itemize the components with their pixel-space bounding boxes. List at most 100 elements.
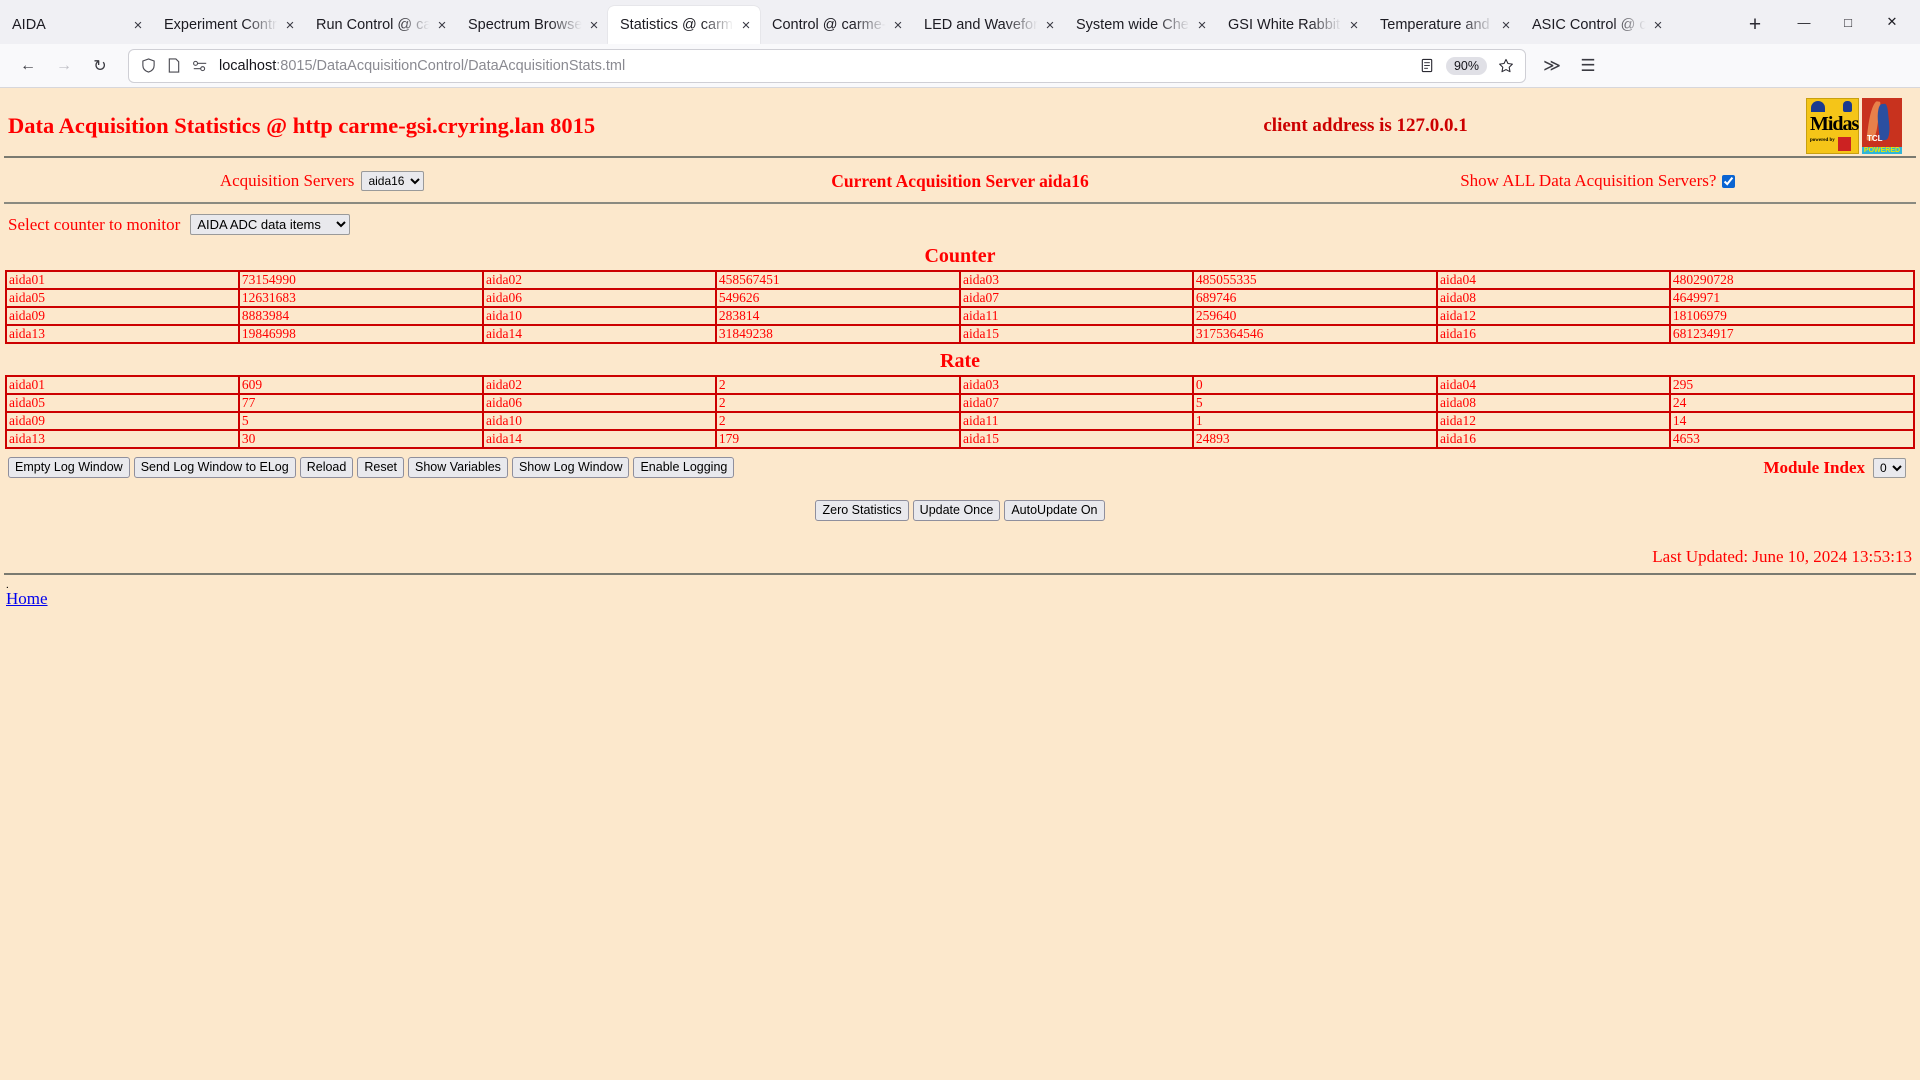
browser-tab[interactable]: GSI White Rabbit Time @ carme× [1216, 6, 1368, 44]
page-title: Data Acquisition Statistics @ http carme… [8, 113, 596, 138]
tab-close-icon[interactable]: × [128, 15, 148, 35]
url-host: localhost [219, 57, 277, 74]
server-name-cell: aida01 [5, 270, 240, 290]
tab-title: AIDA [12, 17, 46, 33]
logo-group: Midas powered by TCL POWERED [1806, 98, 1912, 154]
server-name-cell: aida04 [1435, 375, 1671, 395]
server-name-cell: aida06 [481, 288, 717, 308]
server-value-cell: 30 [237, 429, 484, 449]
tab-title: ASIC Control @ carme-gsi [1532, 17, 1648, 33]
button-enable-logging[interactable]: Enable Logging [633, 457, 735, 478]
button-zero-statistics[interactable]: Zero Statistics [815, 500, 909, 521]
tab-strip: AIDA×Experiment Control @ carme-gsi×Run … [0, 0, 1920, 44]
browser-tab[interactable]: LED and Waveform @ carme× [912, 6, 1064, 44]
server-value-cell: 689746 [1191, 288, 1438, 308]
button-show-variables[interactable]: Show Variables [408, 457, 508, 478]
server-value-cell: 485055335 [1191, 270, 1438, 290]
browser-tab[interactable]: Experiment Control @ carme-gsi× [152, 6, 304, 44]
browser-tab[interactable]: ASIC Control @ carme-gsi× [1520, 6, 1672, 44]
url-path: :8015/DataAcquisitionControl/DataAcquisi… [276, 57, 626, 74]
shield-icon[interactable] [135, 53, 161, 79]
button-autoupdate-on[interactable]: AutoUpdate On [1004, 500, 1105, 521]
button-empty-log-window[interactable]: Empty Log Window [8, 457, 130, 478]
url-text[interactable]: localhost:8015/DataAcquisitionControl/Da… [213, 58, 1414, 74]
tab-title: Spectrum Browser @ carme-gsi [468, 17, 584, 33]
zoom-level-indicator[interactable]: 90% [1445, 56, 1487, 75]
table-row: aida09 8883984 aida10 283814 aida11 259640 aid… [5, 306, 1916, 326]
server-value-cell: 5 [237, 411, 484, 431]
tab-close-icon[interactable]: × [1040, 15, 1060, 35]
button-send-log-window-to-elog[interactable]: Send Log Window to ELog [133, 457, 296, 478]
browser-tab[interactable]: System wide Checks @ carme× [1064, 6, 1216, 44]
server-value-cell: 2 [714, 393, 961, 413]
tab-close-icon[interactable]: × [584, 15, 604, 35]
table-row: aida01 73154990 aida02 458567451 aida03 48505… [5, 270, 1916, 290]
browser-tab[interactable]: Temperature and status @ carme× [1368, 6, 1520, 44]
server-name-cell: aida11 [958, 306, 1194, 326]
tab-title: GSI White Rabbit Time @ carme [1228, 17, 1344, 33]
app-menu-icon[interactable]: ☰ [1570, 49, 1606, 83]
window-controls: — □ ✕ [1782, 0, 1914, 44]
overflow-menu-icon[interactable]: ≫ [1534, 49, 1570, 83]
tab-close-icon[interactable]: × [736, 15, 756, 35]
button-reload[interactable]: Reload [299, 457, 354, 478]
server-name-cell: aida02 [481, 270, 717, 290]
show-all-servers-group: Show ALL Data Acquisition Servers? [1284, 171, 1912, 191]
server-name-cell: aida15 [958, 429, 1194, 449]
server-value-cell: 295 [1668, 375, 1916, 395]
page-header: Data Acquisition Statistics @ http carme… [0, 88, 1920, 154]
module-index-group: Module Index 0123 [1763, 457, 1912, 478]
acquisition-server-select[interactable]: aida01aida02aida03aida04aida05aida06aida… [361, 171, 425, 191]
tab-close-icon[interactable]: × [1648, 15, 1668, 35]
tab-title: LED and Waveform @ carme [924, 17, 1040, 33]
browser-tab[interactable]: Run Control @ carme-gsi× [304, 6, 456, 44]
reader-view-icon[interactable] [1414, 53, 1440, 79]
tab-close-icon[interactable]: × [1496, 15, 1516, 35]
server-name-cell: aida11 [958, 411, 1194, 431]
rate-table: aida01 609 aida02 2 aida03 0 aida04 295 aida05 77… [5, 375, 1916, 449]
table-row: aida13 30 aida14 179 aida15 24893 aida16 4653 [5, 429, 1916, 449]
maximize-button[interactable]: □ [1826, 2, 1870, 42]
close-window-button[interactable]: ✕ [1870, 2, 1914, 42]
table-row: aida09 5 aida10 2 aida11 1 aida12 14 [5, 411, 1916, 431]
counter-select[interactable]: AIDA ADC data items [190, 214, 351, 235]
button-update-once[interactable]: Update Once [912, 500, 1001, 521]
server-value-cell: 179 [714, 429, 961, 449]
home-link[interactable]: Home [0, 589, 48, 608]
server-value-cell: 24 [1668, 393, 1916, 413]
acquisition-servers-label: Acquisition Servers [219, 171, 355, 190]
server-value-cell: 31849238 [714, 324, 961, 344]
module-index-select[interactable]: 0123 [1873, 457, 1906, 478]
show-all-servers-checkbox[interactable] [1722, 174, 1736, 188]
button-reset[interactable]: Reset [357, 457, 404, 478]
server-value-cell: 549626 [714, 288, 961, 308]
server-value-cell: 14 [1668, 411, 1916, 431]
browser-tab[interactable]: Control @ carme-gsi× [760, 6, 912, 44]
new-tab-button[interactable]: + [1738, 8, 1772, 42]
server-value-cell: 681234917 [1668, 324, 1916, 344]
server-name-cell: aida06 [481, 393, 717, 413]
divider-footer [4, 573, 1916, 575]
browser-tab[interactable]: Statistics @ carme-gsi× [608, 6, 760, 44]
browser-tab[interactable]: Spectrum Browser @ carme-gsi× [456, 6, 608, 44]
permissions-icon[interactable] [187, 53, 213, 79]
midas-logo-text: Midas [1810, 113, 1859, 135]
back-button[interactable]: ← [10, 49, 46, 83]
tab-close-icon[interactable]: × [280, 15, 300, 35]
button-show-log-window[interactable]: Show Log Window [511, 457, 630, 478]
star-icon[interactable] [1493, 53, 1519, 79]
tab-close-icon[interactable]: × [888, 15, 908, 35]
tab-close-icon[interactable]: × [1192, 15, 1212, 35]
counter-table-title: Counter [924, 245, 996, 267]
tab-close-icon[interactable]: × [432, 15, 452, 35]
tab-close-icon[interactable]: × [1344, 15, 1364, 35]
forward-button[interactable]: → [46, 49, 82, 83]
minimize-button[interactable]: — [1782, 2, 1826, 42]
reload-button[interactable]: ↻ [82, 49, 118, 83]
tab-title: Control @ carme-gsi [772, 17, 888, 33]
address-bar[interactable]: localhost:8015/DataAcquisitionControl/Da… [128, 48, 1526, 83]
server-name-cell: aida04 [1435, 270, 1671, 290]
server-name-cell: aida05 [5, 288, 240, 308]
counter-table: aida01 73154990 aida02 458567451 aida03 48505… [5, 270, 1916, 344]
browser-tab[interactable]: AIDA × [0, 6, 152, 44]
